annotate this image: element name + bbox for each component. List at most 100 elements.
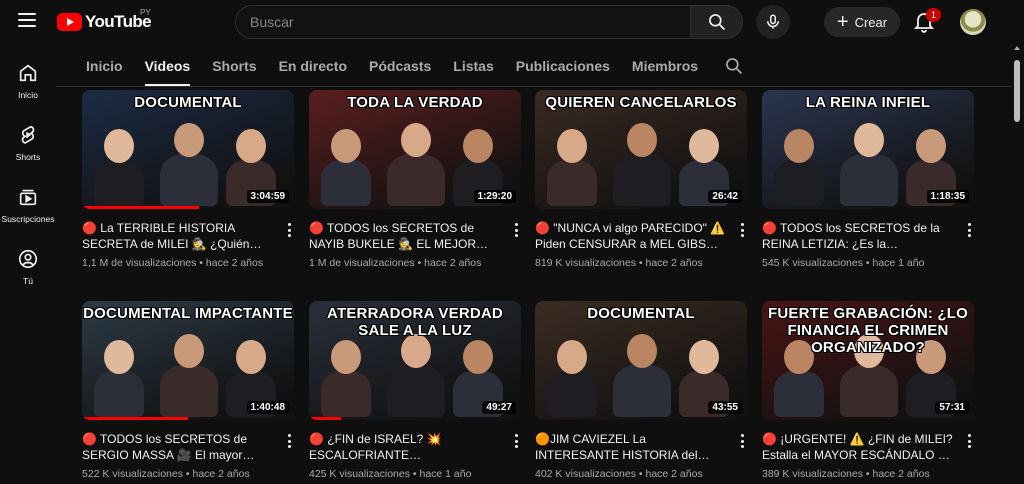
video-details: 🔴 "NUNCA vi algo PARECIDO" ⚠️ Piden CENS… — [535, 220, 747, 269]
plus-icon: + — [836, 11, 849, 33]
thumbnail-text: DOCUMENTAL — [134, 94, 242, 111]
scrollbar-thumb[interactable] — [1014, 60, 1020, 122]
video-thumbnail[interactable]: TODA LA VERDAD 1:29:20 — [309, 90, 521, 209]
duration-badge: 26:42 — [708, 190, 742, 203]
video-title[interactable]: 🔴 TODOS los SECRETOS de la REINA LETIZIA… — [762, 220, 954, 252]
video-title[interactable]: 🔴 TODOS los SECRETOS de NAYIB BUKELE 🕵 E… — [309, 220, 501, 252]
thumbnail-figure — [387, 154, 445, 206]
microphone-icon — [767, 14, 779, 29]
thumbnail-figure — [840, 365, 898, 417]
thumbnail-figure — [387, 365, 445, 417]
video-thumbnail[interactable]: QUIEREN CANCELARLOS 26:42 — [535, 90, 747, 209]
thumbnail-face — [557, 129, 587, 163]
search-input[interactable] — [235, 5, 690, 39]
thumbnail-face — [174, 334, 204, 368]
video-card[interactable]: FUERTE GRABACIÓN: ¿LO FINANCIA EL CRIMEN… — [762, 301, 974, 480]
video-title[interactable]: 🔴 "NUNCA vi algo PARECIDO" ⚠️ Piden CENS… — [535, 220, 727, 252]
tab-shorts[interactable]: Shorts — [212, 46, 256, 86]
video-card[interactable]: DOCUMENTAL 43:55 🟠JIM CAVIEZEL La INTERESA… — [535, 301, 747, 480]
sidebar-item-inicio[interactable]: Inicio — [0, 56, 56, 118]
video-card[interactable]: TODA LA VERDAD 1:29:20 🔴 TODOS los SECRETO… — [309, 90, 521, 269]
shorts-icon — [21, 125, 35, 144]
more-options-icon[interactable] — [964, 433, 974, 449]
watch-progress-bar — [309, 417, 341, 420]
thumbnail-face — [627, 123, 657, 157]
thumbnail-figure — [613, 154, 671, 206]
tab-en-directo[interactable]: En directo — [279, 46, 347, 86]
video-details: 🔴 TODOS los SECRETOS de NAYIB BUKELE 🕵 E… — [309, 220, 521, 269]
tab-inicio[interactable]: Inicio — [86, 46, 123, 86]
video-stats: 425 K visualizaciones • hace 1 año — [309, 468, 472, 480]
thumbnail-face — [557, 340, 587, 374]
video-thumbnail[interactable]: ATERRADORA VERDAD SALE A LA LUZ 49:27 — [309, 301, 521, 420]
notification-badge: 1 — [926, 8, 941, 22]
search-button[interactable] — [690, 5, 743, 39]
voice-search-button[interactable] — [756, 5, 790, 39]
more-options-icon[interactable] — [511, 433, 521, 449]
user-icon — [18, 249, 38, 269]
watch-progress-bar — [82, 417, 188, 420]
thumbnail-face — [104, 129, 134, 163]
duration-badge: 57:31 — [935, 401, 969, 414]
more-options-icon[interactable] — [511, 222, 521, 238]
thumbnail-face — [463, 340, 493, 374]
notifications-button[interactable]: 1 — [912, 8, 941, 35]
video-card[interactable]: ATERRADORA VERDAD SALE A LA LUZ 49:27 🔴 ¿F… — [309, 301, 521, 480]
tab-videos[interactable]: Videos — [144, 46, 190, 86]
thumbnail-figure — [160, 154, 218, 206]
video-title[interactable]: 🔴 TODOS los SECRETOS de SERGIO MASSA 🎥 E… — [82, 431, 274, 463]
logo-country-code: PY — [140, 8, 151, 17]
sidebar-item-suscripciones[interactable]: Suscripciones — [0, 180, 56, 242]
video-stats: 1,1 M de visualizaciones • hace 2 años — [82, 257, 264, 269]
scrollbar[interactable] — [1013, 56, 1021, 484]
thumbnail-face — [331, 129, 361, 163]
thumbnail-face — [689, 340, 719, 374]
sidebar-item-shorts[interactable]: Shorts — [0, 118, 56, 180]
sidebar-item-label: Suscripciones — [1, 214, 55, 224]
channel-search-icon[interactable] — [724, 56, 744, 76]
more-options-icon[interactable] — [737, 433, 747, 449]
scroll-up-arrow[interactable] — [1014, 46, 1020, 50]
tab-publicaciones[interactable]: Publicaciones — [516, 46, 610, 86]
more-options-icon[interactable] — [284, 222, 294, 238]
video-thumbnail[interactable]: FUERTE GRABACIÓN: ¿LO FINANCIA EL CRIMEN… — [762, 301, 974, 420]
tab-pódcasts[interactable]: Pódcasts — [369, 46, 431, 86]
menu-icon[interactable] — [18, 13, 36, 29]
thumbnail-figure — [321, 160, 371, 206]
search-icon — [708, 14, 725, 31]
thumbnail-text: DOCUMENTAL — [587, 305, 695, 322]
avatar[interactable] — [960, 9, 986, 35]
duration-badge: 3:04:59 — [246, 190, 289, 203]
video-thumbnail[interactable]: LA REINA INFIEL 1:18:35 — [762, 90, 974, 209]
video-title[interactable]: 🔴 ¿FIN de ISRAEL? 💥 ESCALOFRIANTE REVELA… — [309, 431, 501, 463]
channel-tabs: Inicio Videos Shorts En directo Pódcasts List… — [86, 46, 744, 86]
tab-listas[interactable]: Listas — [453, 46, 493, 86]
video-card[interactable]: DOCUMENTAL IMPACTANTE 1:40:48 🔴 TODOS los … — [82, 301, 294, 480]
video-thumbnail[interactable]: DOCUMENTAL IMPACTANTE 1:40:48 — [82, 301, 294, 420]
youtube-logo[interactable]: YouTube PY — [57, 8, 152, 32]
thumbnail-text: FUERTE GRABACIÓN: ¿LO FINANCIA EL CRIMEN… — [767, 305, 969, 356]
video-thumbnail[interactable]: DOCUMENTAL 43:55 — [535, 301, 747, 420]
video-title[interactable]: 🟠JIM CAVIEZEL La INTERESANTE HISTORIA de… — [535, 431, 727, 463]
thumbnail-face — [236, 129, 266, 163]
more-options-icon[interactable] — [284, 433, 294, 449]
sidebar-item-label: Shorts — [15, 152, 41, 162]
duration-badge: 1:18:35 — [926, 190, 969, 203]
more-options-icon[interactable] — [737, 222, 747, 238]
video-title[interactable]: 🔴 La TERRIBLE HISTORIA SECRETA de MILEI … — [82, 220, 274, 252]
more-options-icon[interactable] — [964, 222, 974, 238]
thumbnail-text: LA REINA INFIEL — [805, 94, 931, 111]
thumbnail-figure — [774, 371, 824, 417]
video-title[interactable]: 🔴 ¡URGENTE! ⚠️ ¿FIN de MILEI? Estalla el… — [762, 431, 954, 463]
thumbnail-face — [627, 334, 657, 368]
video-card[interactable]: QUIEREN CANCELARLOS 26:42 🔴 "NUNCA vi algo… — [535, 90, 747, 269]
video-stats: 402 K visualizaciones • hace 2 años — [535, 468, 703, 480]
video-card[interactable]: LA REINA INFIEL 1:18:35 🔴 TODOS los SECRET… — [762, 90, 974, 269]
video-card[interactable]: DOCUMENTAL 3:04:59 🔴 La TERRIBLE HISTORIA … — [82, 90, 294, 269]
search-box — [235, 5, 743, 39]
tab-miembros[interactable]: Miembros — [632, 46, 698, 86]
create-button[interactable]: + Crear — [824, 7, 900, 37]
sidebar-item-tu[interactable]: Tú — [0, 242, 56, 304]
video-thumbnail[interactable]: DOCUMENTAL 3:04:59 — [82, 90, 294, 209]
thumbnail-face — [331, 340, 361, 374]
